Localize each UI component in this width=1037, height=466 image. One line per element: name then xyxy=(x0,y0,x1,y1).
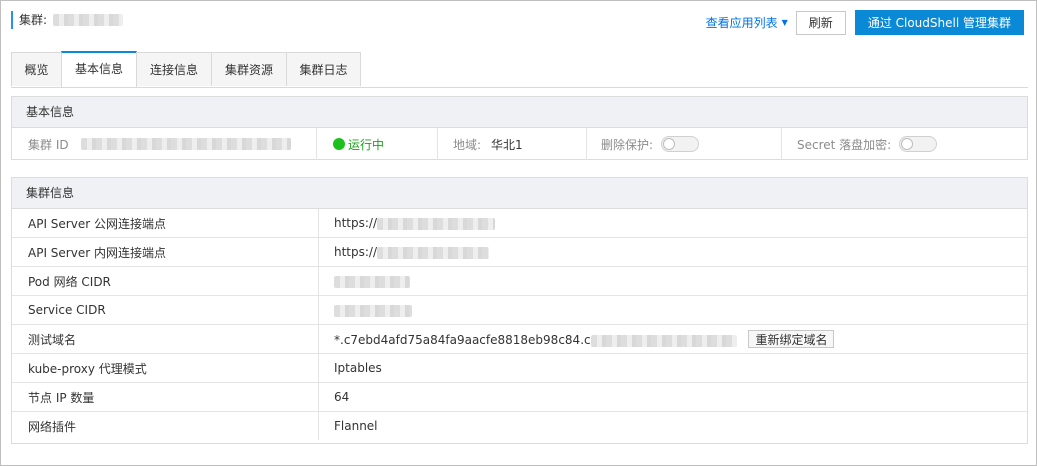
table-row: API Server 公网连接端点 https:// xyxy=(12,209,1027,238)
redacted-value xyxy=(590,334,737,347)
api-public-endpoint: https:// xyxy=(334,216,378,230)
table-row: Service CIDR xyxy=(12,295,1027,325)
cluster-id-redacted xyxy=(80,138,291,150)
tab-overview[interactable]: 概览 xyxy=(11,52,62,86)
row-key: API Server 内网连接端点 xyxy=(12,237,319,267)
row-key: 测试域名 xyxy=(12,324,319,354)
cloudshell-button[interactable]: 通过 CloudShell 管理集群 xyxy=(854,10,1024,35)
row-key: API Server 公网连接端点 xyxy=(12,209,319,238)
row-key: Pod 网络 CIDR xyxy=(12,266,319,296)
test-domain: *.c7ebd4afd75a84fa9aacfe8818eb98c84.c xyxy=(334,333,591,347)
cluster-id-label: 集群 ID xyxy=(28,137,69,152)
table-row: kube-proxy 代理模式 Iptables xyxy=(12,353,1027,383)
row-key: kube-proxy 代理模式 xyxy=(12,353,319,383)
row-value: https:// xyxy=(318,209,1027,238)
divider xyxy=(437,128,438,160)
tab-basic-info[interactable]: 基本信息 xyxy=(61,51,137,87)
node-ip-count: 64 xyxy=(318,382,1027,412)
kube-proxy-mode: Iptables xyxy=(318,353,1027,383)
row-value: https:// xyxy=(318,237,1027,267)
divider xyxy=(316,128,317,160)
row-key: 网络插件 xyxy=(12,411,319,440)
toggle-knob xyxy=(663,138,676,150)
status-cell: 运行中 xyxy=(333,128,384,160)
row-value xyxy=(318,295,1027,325)
cluster-info-panel: 集群信息 API Server 公网连接端点 https:// API Serv… xyxy=(11,177,1028,444)
tab-connection-info[interactable]: 连接信息 xyxy=(136,52,212,86)
cluster-info-title: 集群信息 xyxy=(12,178,1027,209)
running-status-icon xyxy=(333,138,345,150)
cluster-label: 集群: xyxy=(19,13,48,27)
redacted-value xyxy=(334,275,410,288)
api-private-endpoint: https:// xyxy=(334,245,378,259)
cluster-id-cell: 集群 ID xyxy=(28,128,291,160)
cluster-name-redacted xyxy=(53,14,124,26)
row-key: Service CIDR xyxy=(12,295,319,325)
redacted-value xyxy=(334,304,412,317)
basic-info-title: 基本信息 xyxy=(12,97,1027,128)
tab-cluster-resources[interactable]: 集群资源 xyxy=(211,52,287,86)
secret-encryption-toggle[interactable] xyxy=(899,136,938,152)
toggle-knob xyxy=(901,138,914,150)
row-value xyxy=(318,266,1027,296)
row-value: *.c7ebd4afd75a84fa9aacfe8818eb98c84.c 重新… xyxy=(318,324,1027,354)
table-row: 测试域名 *.c7ebd4afd75a84fa9aacfe8818eb98c84… xyxy=(12,324,1027,354)
redacted-value xyxy=(377,246,490,259)
region-label: 地域: xyxy=(453,137,482,152)
header: 集群: 查看应用列表 ▼ 刷新 通过 CloudShell 管理集群 xyxy=(11,10,1024,35)
region-value: 华北1 xyxy=(491,137,523,152)
page-frame: 集群: 查看应用列表 ▼ 刷新 通过 CloudShell 管理集群 概览 基本… xyxy=(0,0,1037,466)
secret-encryption-label: Secret 落盘加密: xyxy=(797,137,892,152)
refresh-button[interactable]: 刷新 xyxy=(795,10,846,35)
caret-down-icon: ▼ xyxy=(781,18,788,27)
basic-info-row: 集群 ID 运行中 地域: 华北1 删除保护: Secret 落盘加密: xyxy=(12,128,1027,160)
row-key: 节点 IP 数量 xyxy=(12,382,319,412)
rebind-domain-button[interactable]: 重新绑定域名 xyxy=(748,330,835,348)
basic-info-panel: 基本信息 集群 ID 运行中 地域: 华北1 删除保护: Secret 落盘加密… xyxy=(11,96,1028,160)
divider xyxy=(781,128,782,160)
table-row: 节点 IP 数量 64 xyxy=(12,382,1027,412)
tab-cluster-logs[interactable]: 集群日志 xyxy=(286,52,361,86)
app-list-label: 查看应用列表 xyxy=(705,16,778,30)
delete-protection-label: 删除保护: xyxy=(601,137,654,152)
delete-protection-cell: 删除保护: xyxy=(601,128,700,160)
cluster-info-table: API Server 公网连接端点 https:// API Server 内网… xyxy=(12,209,1027,440)
page-title: 集群: xyxy=(11,11,124,29)
divider xyxy=(586,128,587,160)
table-row: 网络插件 Flannel xyxy=(12,411,1027,440)
secret-encryption-cell: Secret 落盘加密: xyxy=(797,128,938,160)
table-row: API Server 内网连接端点 https:// xyxy=(12,237,1027,267)
header-actions: 查看应用列表 ▼ 刷新 通过 CloudShell 管理集群 xyxy=(706,10,1024,35)
status-text: 运行中 xyxy=(348,137,385,152)
network-plugin: Flannel xyxy=(334,419,378,433)
tab-bar: 概览 基本信息 连接信息 集群资源 集群日志 xyxy=(11,51,1028,88)
redacted-value xyxy=(377,217,496,230)
table-row: Pod 网络 CIDR xyxy=(12,266,1027,296)
delete-protection-toggle[interactable] xyxy=(661,136,700,152)
region-cell: 地域: 华北1 xyxy=(453,128,523,160)
app-list-dropdown[interactable]: 查看应用列表 ▼ xyxy=(706,14,788,31)
